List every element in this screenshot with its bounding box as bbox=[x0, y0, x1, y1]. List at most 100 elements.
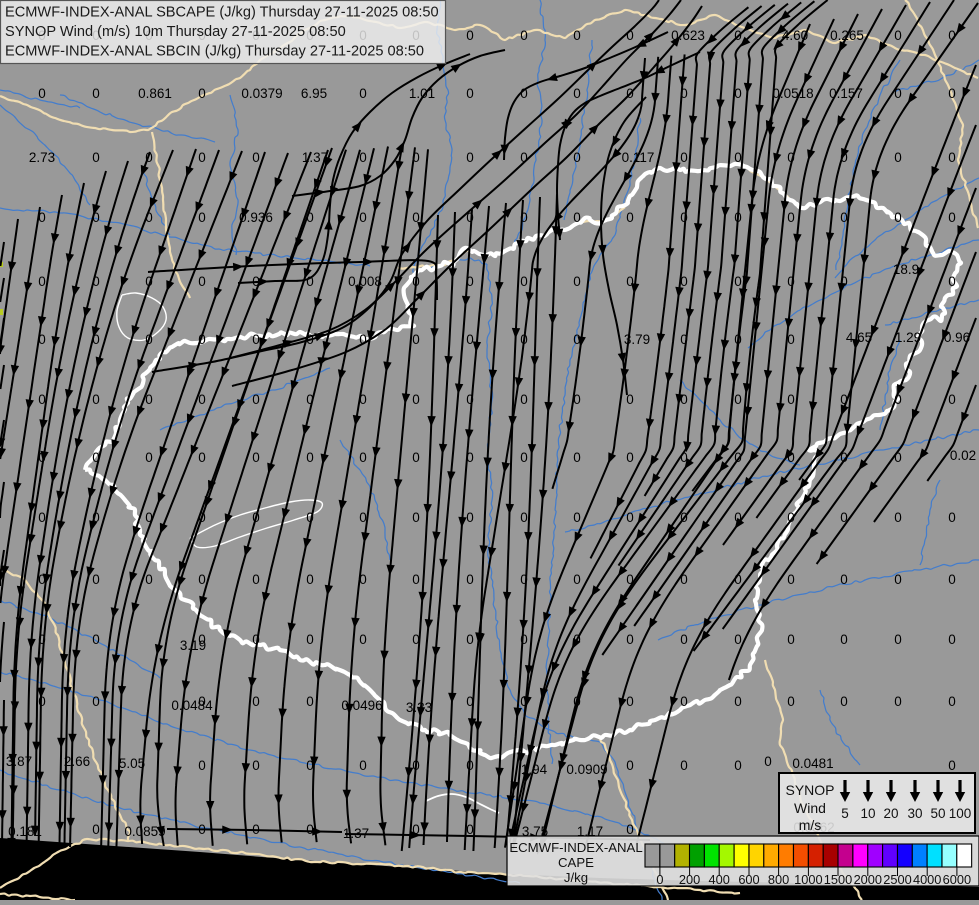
svg-text:0: 0 bbox=[252, 694, 260, 709]
svg-text:0: 0 bbox=[198, 572, 206, 587]
svg-text:0: 0 bbox=[306, 694, 314, 709]
svg-text:0: 0 bbox=[626, 210, 634, 225]
svg-text:0: 0 bbox=[573, 28, 581, 43]
svg-text:0: 0 bbox=[573, 150, 581, 165]
svg-text:0: 0 bbox=[948, 274, 956, 289]
svg-text:0: 0 bbox=[359, 150, 367, 165]
svg-text:10: 10 bbox=[860, 806, 875, 821]
svg-text:0: 0 bbox=[680, 392, 688, 407]
svg-text:0: 0 bbox=[198, 210, 206, 225]
svg-text:0: 0 bbox=[306, 632, 314, 647]
svg-text:0: 0 bbox=[734, 632, 742, 647]
svg-text:0: 0 bbox=[466, 150, 474, 165]
svg-text:CAPE: CAPE bbox=[558, 855, 594, 870]
svg-text:0: 0 bbox=[198, 694, 206, 709]
svg-text:0: 0 bbox=[948, 210, 956, 225]
svg-text:m/s: m/s bbox=[799, 817, 822, 833]
svg-text:0: 0 bbox=[145, 572, 153, 587]
svg-text:6000: 6000 bbox=[943, 872, 971, 887]
svg-text:0: 0 bbox=[198, 274, 206, 289]
svg-text:0: 0 bbox=[787, 632, 795, 647]
svg-text:0: 0 bbox=[840, 210, 848, 225]
svg-text:0: 0 bbox=[252, 758, 260, 773]
svg-text:0: 0 bbox=[894, 510, 902, 525]
svg-text:0: 0 bbox=[252, 392, 260, 407]
svg-text:0: 0 bbox=[92, 572, 100, 587]
svg-text:0: 0 bbox=[466, 510, 474, 525]
svg-text:0: 0 bbox=[412, 392, 420, 407]
svg-text:0: 0 bbox=[734, 274, 742, 289]
svg-text:0: 0 bbox=[520, 450, 528, 465]
svg-text:0: 0 bbox=[734, 392, 742, 407]
svg-text:0: 0 bbox=[359, 450, 367, 465]
svg-text:0: 0 bbox=[840, 572, 848, 587]
svg-text:0: 0 bbox=[894, 210, 902, 225]
svg-text:0: 0 bbox=[359, 758, 367, 773]
svg-text:0: 0 bbox=[894, 28, 902, 43]
svg-text:0: 0 bbox=[680, 150, 688, 165]
svg-text:2500: 2500 bbox=[883, 872, 911, 887]
svg-text:0: 0 bbox=[626, 632, 634, 647]
svg-text:0: 0 bbox=[198, 450, 206, 465]
svg-text:0: 0 bbox=[787, 392, 795, 407]
svg-text:0: 0 bbox=[894, 694, 902, 709]
svg-text:0: 0 bbox=[734, 694, 742, 709]
svg-text:0: 0 bbox=[680, 632, 688, 647]
svg-text:0: 0 bbox=[306, 572, 314, 587]
svg-text:0: 0 bbox=[894, 150, 902, 165]
svg-text:0: 0 bbox=[466, 632, 474, 647]
svg-text:0.0481: 0.0481 bbox=[792, 756, 833, 771]
svg-text:2.73: 2.73 bbox=[29, 150, 55, 165]
svg-text:0: 0 bbox=[764, 754, 772, 769]
svg-text:0: 0 bbox=[573, 86, 581, 101]
svg-text:0: 0 bbox=[626, 694, 634, 709]
svg-text:SYNOP Wind (m/s) 10m Thursday: SYNOP Wind (m/s) 10m Thursday 27-11-2025… bbox=[5, 24, 346, 40]
svg-text:0: 0 bbox=[948, 392, 956, 407]
svg-text:0: 0 bbox=[573, 274, 581, 289]
svg-text:0: 0 bbox=[359, 510, 367, 525]
svg-text:0: 0 bbox=[252, 150, 260, 165]
svg-text:6.95: 6.95 bbox=[301, 86, 327, 101]
svg-text:2.66: 2.66 bbox=[64, 754, 90, 769]
svg-text:0: 0 bbox=[573, 210, 581, 225]
svg-text:0: 0 bbox=[948, 694, 956, 709]
svg-text:0: 0 bbox=[948, 572, 956, 587]
svg-text:ECMWF-INDEX-ANAL: ECMWF-INDEX-ANAL bbox=[509, 840, 642, 855]
svg-text:0: 0 bbox=[840, 632, 848, 647]
svg-text:0: 0 bbox=[520, 28, 528, 43]
svg-text:0: 0 bbox=[520, 274, 528, 289]
svg-text:SYNOP: SYNOP bbox=[785, 782, 834, 798]
svg-text:0: 0 bbox=[306, 450, 314, 465]
svg-text:0: 0 bbox=[466, 28, 474, 43]
svg-text:0: 0 bbox=[840, 694, 848, 709]
svg-text:1500: 1500 bbox=[824, 872, 852, 887]
svg-text:2000: 2000 bbox=[854, 872, 882, 887]
svg-text:5: 5 bbox=[841, 806, 849, 821]
svg-text:0: 0 bbox=[38, 274, 46, 289]
svg-text:Wind: Wind bbox=[794, 800, 826, 816]
svg-text:0: 0 bbox=[92, 150, 100, 165]
svg-text:0: 0 bbox=[412, 450, 420, 465]
svg-text:0: 0 bbox=[198, 632, 206, 647]
svg-text:0: 0 bbox=[38, 510, 46, 525]
svg-text:0: 0 bbox=[466, 86, 474, 101]
svg-text:0: 0 bbox=[38, 86, 46, 101]
svg-text:0: 0 bbox=[252, 572, 260, 587]
svg-text:0.008: 0.008 bbox=[348, 274, 382, 289]
svg-text:0: 0 bbox=[680, 694, 688, 709]
svg-text:4000: 4000 bbox=[913, 872, 941, 887]
svg-text:0: 0 bbox=[198, 150, 206, 165]
svg-text:0: 0 bbox=[626, 510, 634, 525]
svg-text:0: 0 bbox=[520, 392, 528, 407]
svg-text:400: 400 bbox=[709, 872, 730, 887]
svg-text:0: 0 bbox=[92, 392, 100, 407]
svg-text:0: 0 bbox=[656, 872, 663, 887]
svg-text:5.05: 5.05 bbox=[119, 756, 145, 771]
svg-text:20: 20 bbox=[883, 806, 898, 821]
svg-text:0: 0 bbox=[145, 450, 153, 465]
svg-text:0: 0 bbox=[680, 758, 688, 773]
svg-text:0: 0 bbox=[734, 758, 742, 773]
svg-text:0: 0 bbox=[626, 450, 634, 465]
svg-text:0: 0 bbox=[466, 822, 474, 837]
svg-text:0: 0 bbox=[787, 694, 795, 709]
